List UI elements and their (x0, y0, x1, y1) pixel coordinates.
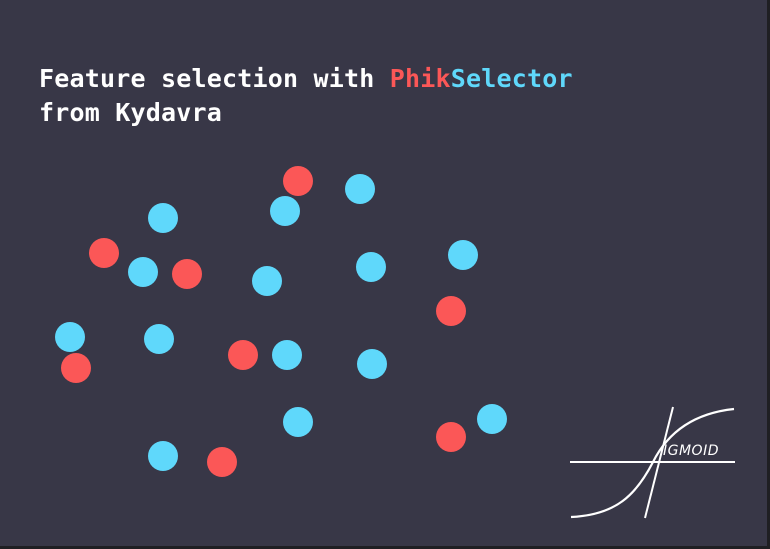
blue-dot (55, 322, 85, 352)
blue-dot (356, 252, 386, 282)
banner: Feature selection with PhikSelector from… (0, 0, 767, 546)
blue-dot (448, 240, 478, 270)
blue-dot (252, 266, 282, 296)
sigmoid-logo-icon (570, 406, 735, 519)
blue-dot (283, 407, 313, 437)
red-dot (436, 296, 466, 326)
red-dot (283, 166, 313, 196)
red-dot (89, 238, 119, 268)
blue-dot (357, 349, 387, 379)
blue-dot (128, 257, 158, 287)
blue-dot (148, 441, 178, 471)
blue-dot (270, 196, 300, 226)
blue-dot (272, 340, 302, 370)
blue-dot (345, 174, 375, 204)
red-dot (61, 353, 91, 383)
blue-dot (148, 203, 178, 233)
red-dot (172, 259, 202, 289)
red-dot (207, 447, 237, 477)
red-dot (436, 422, 466, 452)
blue-dot (477, 404, 507, 434)
logo-text: IGMOID (663, 443, 719, 459)
red-dot (228, 340, 258, 370)
blue-dot (144, 324, 174, 354)
